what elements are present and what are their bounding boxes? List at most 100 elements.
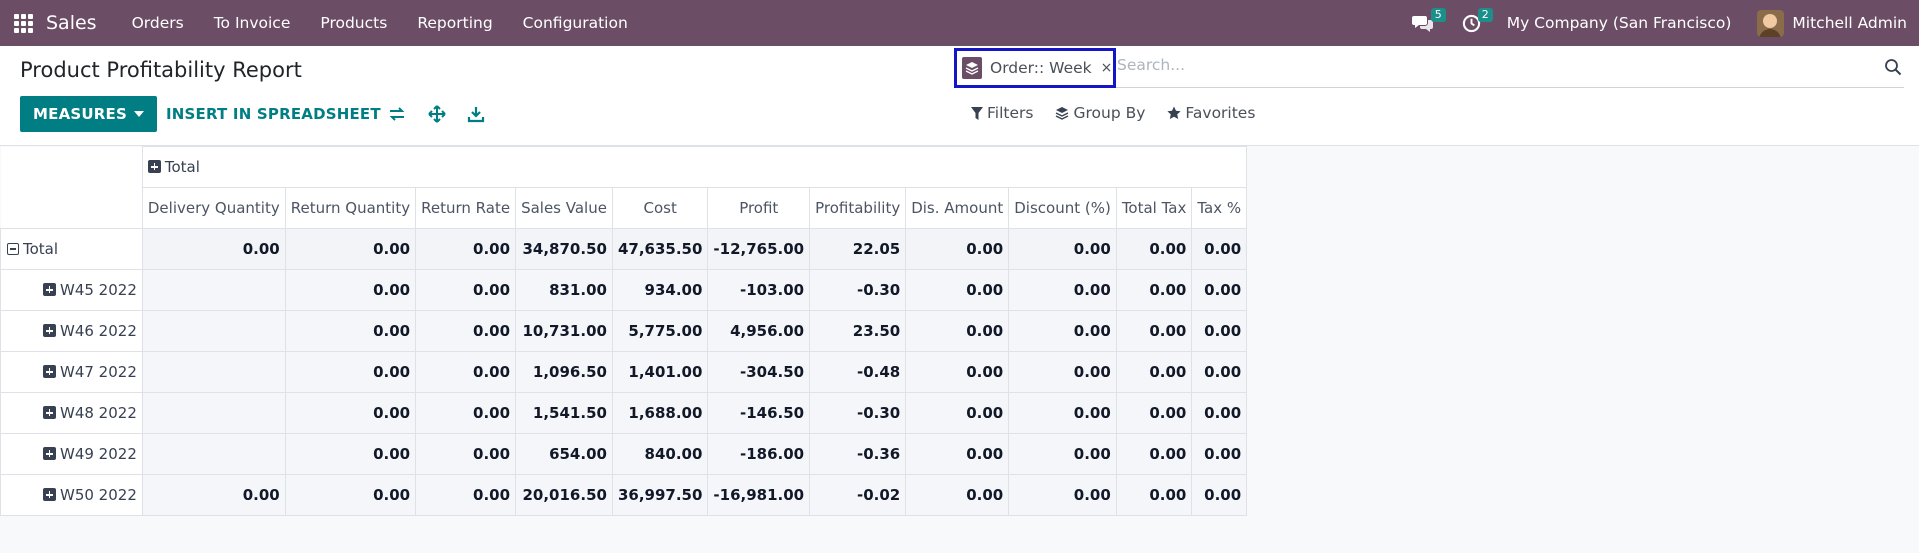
table-cell[interactable]: 0.00 [1115, 392, 1193, 434]
table-cell[interactable]: 0.00 [284, 351, 417, 393]
table-cell[interactable]: 0.00 [1008, 310, 1117, 352]
table-cell[interactable]: 0.00 [415, 433, 517, 475]
table-cell[interactable]: 0.00 [905, 392, 1010, 434]
measure-header[interactable]: Profitability [809, 187, 907, 229]
measure-header[interactable]: Total Tax [1115, 187, 1193, 229]
table-cell[interactable]: 22.05 [809, 228, 907, 270]
table-cell[interactable]: 0.00 [415, 351, 517, 393]
table-cell[interactable]: 0.00 [905, 433, 1010, 475]
table-cell[interactable]: 5,775.00 [611, 310, 709, 352]
measure-header[interactable]: Return Rate [415, 187, 517, 229]
measure-header[interactable]: Cost [611, 187, 709, 229]
table-cell[interactable] [141, 269, 286, 311]
menu-configuration[interactable]: Configuration [508, 0, 643, 46]
table-cell[interactable]: 0.00 [415, 310, 517, 352]
menu-reporting[interactable]: Reporting [402, 0, 507, 46]
row-header[interactable]: W49 2022 [0, 433, 143, 475]
table-cell[interactable]: 1,688.00 [611, 392, 709, 434]
table-cell[interactable]: -0.30 [809, 269, 907, 311]
user-menu[interactable]: Mitchell Admin [1757, 9, 1919, 37]
table-cell[interactable]: 0.00 [1008, 474, 1117, 516]
measure-header[interactable]: Tax % [1191, 187, 1248, 229]
table-cell[interactable]: -304.50 [707, 351, 811, 393]
table-cell[interactable]: 23.50 [809, 310, 907, 352]
row-header[interactable]: W48 2022 [0, 392, 143, 434]
table-cell[interactable]: 934.00 [611, 269, 709, 311]
table-cell[interactable]: 0.00 [415, 392, 517, 434]
insert-in-spreadsheet-button[interactable]: INSERT IN SPREADSHEET [166, 96, 381, 132]
table-cell[interactable]: 0.00 [284, 474, 417, 516]
table-cell[interactable]: 0.00 [1008, 392, 1117, 434]
app-name[interactable]: Sales [46, 12, 97, 34]
table-cell[interactable]: 0.00 [1008, 269, 1117, 311]
row-header[interactable]: W47 2022 [0, 351, 143, 393]
measure-header[interactable]: Sales Value [515, 187, 613, 229]
activities-button[interactable]: 2 [1450, 0, 1493, 46]
row-header[interactable]: W46 2022 [0, 310, 143, 352]
table-cell[interactable]: 0.00 [141, 228, 286, 270]
search-icon[interactable] [1884, 58, 1904, 78]
table-cell[interactable]: 0.00 [1191, 433, 1248, 475]
table-cell[interactable]: 0.00 [415, 269, 517, 311]
facet-remove-icon[interactable]: × [1101, 60, 1113, 76]
table-cell[interactable]: 0.00 [905, 269, 1010, 311]
table-cell[interactable] [141, 351, 286, 393]
column-header-total[interactable]: Total [141, 146, 1248, 188]
table-cell[interactable]: 0.00 [1115, 310, 1193, 352]
row-header[interactable]: W45 2022 [0, 269, 143, 311]
table-cell[interactable]: 0.00 [1191, 228, 1248, 270]
download-icon[interactable] [466, 104, 486, 124]
table-cell[interactable]: 0.00 [1191, 351, 1248, 393]
table-cell[interactable] [141, 433, 286, 475]
table-cell[interactable]: 0.00 [1191, 392, 1248, 434]
row-header-total[interactable]: Total [0, 228, 143, 270]
table-cell[interactable]: 0.00 [1191, 474, 1248, 516]
table-cell[interactable]: 0.00 [1115, 351, 1193, 393]
table-cell[interactable]: -0.48 [809, 351, 907, 393]
filters-button[interactable]: Filters [971, 104, 1033, 122]
table-cell[interactable]: 0.00 [284, 269, 417, 311]
measure-header[interactable]: Profit [707, 187, 811, 229]
measures-button[interactable]: MEASURES [20, 96, 157, 132]
apps-menu-icon[interactable] [0, 0, 46, 46]
table-cell[interactable]: 0.00 [905, 228, 1010, 270]
row-header[interactable]: W50 2022 [0, 474, 143, 516]
table-cell[interactable] [141, 310, 286, 352]
table-cell[interactable]: 0.00 [1008, 433, 1117, 475]
table-cell[interactable]: -186.00 [707, 433, 811, 475]
table-cell[interactable]: 654.00 [515, 433, 613, 475]
table-cell[interactable]: 0.00 [284, 228, 417, 270]
table-cell[interactable]: 840.00 [611, 433, 709, 475]
table-cell[interactable]: -146.50 [707, 392, 811, 434]
flip-axis-icon[interactable] [387, 104, 407, 124]
table-cell[interactable]: 0.00 [1115, 228, 1193, 270]
menu-products[interactable]: Products [305, 0, 402, 46]
table-cell[interactable]: 0.00 [1008, 228, 1117, 270]
table-cell[interactable]: 0.00 [1115, 433, 1193, 475]
table-cell[interactable]: 0.00 [1008, 351, 1117, 393]
table-cell[interactable]: -103.00 [707, 269, 811, 311]
table-cell[interactable]: -16,981.00 [707, 474, 811, 516]
menu-orders[interactable]: Orders [117, 0, 199, 46]
table-cell[interactable]: 0.00 [284, 392, 417, 434]
table-cell[interactable]: 0.00 [1115, 474, 1193, 516]
table-cell[interactable]: 4,956.00 [707, 310, 811, 352]
table-cell[interactable]: 0.00 [905, 310, 1010, 352]
table-cell[interactable]: -0.36 [809, 433, 907, 475]
table-cell[interactable]: 0.00 [284, 310, 417, 352]
measure-header[interactable]: Discount (%) [1008, 187, 1117, 229]
table-cell[interactable]: 1,401.00 [611, 351, 709, 393]
company-switcher[interactable]: My Company (San Francisco) [1493, 14, 1758, 32]
table-cell[interactable]: 0.00 [1191, 310, 1248, 352]
table-cell[interactable]: 0.00 [905, 351, 1010, 393]
table-cell[interactable]: 0.00 [141, 474, 286, 516]
table-cell[interactable]: 1,096.50 [515, 351, 613, 393]
table-cell[interactable]: -12,765.00 [707, 228, 811, 270]
table-cell[interactable]: 0.00 [905, 474, 1010, 516]
table-cell[interactable]: 20,016.50 [515, 474, 613, 516]
table-cell[interactable]: -0.02 [809, 474, 907, 516]
table-cell[interactable]: 0.00 [415, 474, 517, 516]
measure-header[interactable]: Return Quantity [284, 187, 417, 229]
table-cell[interactable]: 36,997.50 [611, 474, 709, 516]
messages-button[interactable]: 5 [1400, 0, 1446, 46]
